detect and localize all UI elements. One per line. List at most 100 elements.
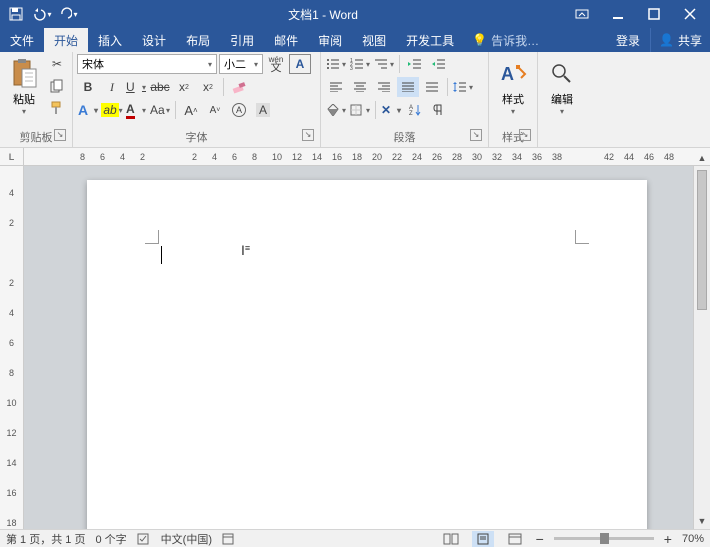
group-label: 样式↘ xyxy=(493,128,533,147)
scroll-thumb[interactable] xyxy=(697,170,707,310)
align-right-button[interactable] xyxy=(373,77,395,97)
vertical-ruler[interactable]: 42 24681012141618 xyxy=(0,166,24,529)
svg-text:A: A xyxy=(501,64,514,84)
grow-font-button[interactable]: A˄ xyxy=(180,100,202,120)
tab-developer[interactable]: 开发工具 xyxy=(396,28,464,52)
language[interactable]: 中文(中国) xyxy=(161,531,212,547)
styles-button[interactable]: A 样式 ▾ xyxy=(493,54,533,120)
strikethrough-button[interactable]: abc xyxy=(149,77,171,97)
dialog-launcher[interactable]: ↘ xyxy=(54,129,66,141)
document-area[interactable]: I≡ xyxy=(24,166,710,529)
page-count[interactable]: 第 1 页，共 1 页 xyxy=(6,531,85,547)
highlight-button[interactable]: ab▾ xyxy=(101,100,123,120)
copy-button[interactable] xyxy=(46,76,68,96)
character-border-button[interactable]: A xyxy=(289,54,311,74)
format-painter-button[interactable] xyxy=(46,98,68,118)
save-button[interactable] xyxy=(4,2,28,26)
zoom-in-button[interactable]: + xyxy=(664,531,672,547)
italic-button[interactable]: I xyxy=(101,77,123,97)
phonetic-guide-button[interactable]: wén文 xyxy=(265,54,287,74)
font-name-combo[interactable]: 宋体▾ xyxy=(77,54,217,74)
page[interactable]: I≡ xyxy=(87,180,647,529)
underline-button[interactable]: U▾ xyxy=(125,77,147,97)
tab-file[interactable]: 文件 xyxy=(0,28,44,52)
tab-review[interactable]: 审阅 xyxy=(308,28,352,52)
ribbon-tabs: 文件 开始 插入 设计 布局 引用 邮件 审阅 视图 开发工具 💡告诉我… 登录… xyxy=(0,28,710,52)
line-spacing-button[interactable]: ▾ xyxy=(452,77,474,97)
paste-button[interactable]: 粘贴 ▾ xyxy=(4,54,44,120)
group-editing: 编辑 ▾ xyxy=(538,52,586,147)
find-icon xyxy=(546,58,578,90)
increase-indent-button[interactable] xyxy=(428,54,450,74)
web-layout-button[interactable] xyxy=(504,531,526,547)
tab-references[interactable]: 引用 xyxy=(220,28,264,52)
vertical-scrollbar[interactable]: ▲ ▼ xyxy=(693,166,710,529)
clipboard-icon xyxy=(8,58,40,90)
tab-mailings[interactable]: 邮件 xyxy=(264,28,308,52)
zoom-level[interactable]: 70% xyxy=(682,533,704,545)
tab-home[interactable]: 开始 xyxy=(44,28,88,52)
multilevel-list-button[interactable]: ▾ xyxy=(373,54,395,74)
enclose-characters-button[interactable]: A xyxy=(228,100,250,120)
align-distributed-button[interactable] xyxy=(421,77,443,97)
shrink-font-button[interactable]: A˅ xyxy=(204,100,226,120)
ribbon-options-button[interactable] xyxy=(566,2,598,26)
bullets-button[interactable]: ▾ xyxy=(325,54,347,74)
spell-check-icon[interactable] xyxy=(137,533,151,545)
macro-icon[interactable] xyxy=(222,533,234,545)
cut-button[interactable]: ✂ xyxy=(46,54,68,74)
tab-layout[interactable]: 布局 xyxy=(176,28,220,52)
close-button[interactable] xyxy=(674,2,706,26)
scroll-down-button[interactable]: ▼ xyxy=(694,513,710,529)
horizontal-ruler[interactable]: 8642246810121416182022242628303234363842… xyxy=(24,148,710,166)
minimize-button[interactable] xyxy=(602,2,634,26)
group-label xyxy=(542,132,582,147)
group-paragraph: ▾ 123▾ ▾ ▾ ▾ ▾ ✕▾ AZ xyxy=(321,52,489,147)
decrease-indent-button[interactable] xyxy=(404,54,426,74)
tab-insert[interactable]: 插入 xyxy=(88,28,132,52)
tell-me[interactable]: 💡告诉我… xyxy=(464,28,547,52)
asian-layout-button[interactable]: ✕▾ xyxy=(380,100,402,120)
clear-formatting-button[interactable] xyxy=(228,77,250,97)
text-effects-button[interactable]: A▾ xyxy=(77,100,99,120)
dialog-launcher[interactable]: ↘ xyxy=(302,129,314,141)
group-label: 段落↘ xyxy=(325,128,484,147)
svg-text:3: 3 xyxy=(350,66,353,70)
subscript-button[interactable]: x2 xyxy=(173,77,195,97)
print-layout-button[interactable] xyxy=(472,531,494,547)
redo-button[interactable]: ▾ xyxy=(56,2,80,26)
align-center-button[interactable] xyxy=(349,77,371,97)
font-size-combo[interactable]: 小二▾ xyxy=(219,54,263,74)
tab-view[interactable]: 视图 xyxy=(352,28,396,52)
numbering-button[interactable]: 123▾ xyxy=(349,54,371,74)
font-color-button[interactable]: A▾ xyxy=(125,100,147,120)
change-case-button[interactable]: Aa▾ xyxy=(149,100,171,120)
sort-button[interactable]: AZ xyxy=(404,100,426,120)
dialog-launcher[interactable]: ↘ xyxy=(519,129,531,141)
login-link[interactable]: 登录 xyxy=(606,28,650,52)
undo-button[interactable]: ▾ xyxy=(30,2,54,26)
maximize-button[interactable] xyxy=(638,2,670,26)
borders-button[interactable]: ▾ xyxy=(349,100,371,120)
zoom-slider[interactable] xyxy=(554,537,654,540)
bold-button[interactable]: B xyxy=(77,77,99,97)
dialog-launcher[interactable]: ↘ xyxy=(470,129,482,141)
show-marks-button[interactable] xyxy=(428,100,450,120)
superscript-button[interactable]: x2 xyxy=(197,77,219,97)
ruler-corner[interactable]: L xyxy=(0,148,24,166)
shading-button[interactable]: ▾ xyxy=(325,100,347,120)
zoom-out-button[interactable]: − xyxy=(536,531,544,547)
share-button[interactable]: 👤共享 xyxy=(650,28,710,52)
tab-design[interactable]: 设计 xyxy=(132,28,176,52)
word-count[interactable]: 0 个字 xyxy=(95,531,126,547)
align-left-button[interactable] xyxy=(325,77,347,97)
read-mode-button[interactable] xyxy=(440,531,462,547)
character-shading-button[interactable]: A xyxy=(252,100,274,120)
scroll-up-button[interactable]: ▲ xyxy=(694,150,710,166)
person-icon: 👤 xyxy=(659,33,674,47)
editing-button[interactable]: 编辑 ▾ xyxy=(542,54,582,120)
margin-corner-icon xyxy=(575,230,589,244)
align-justify-button[interactable] xyxy=(397,77,419,97)
title-bar: ▾ ▾ 文档1 - Word xyxy=(0,0,710,28)
margin-corner-icon xyxy=(145,230,159,244)
